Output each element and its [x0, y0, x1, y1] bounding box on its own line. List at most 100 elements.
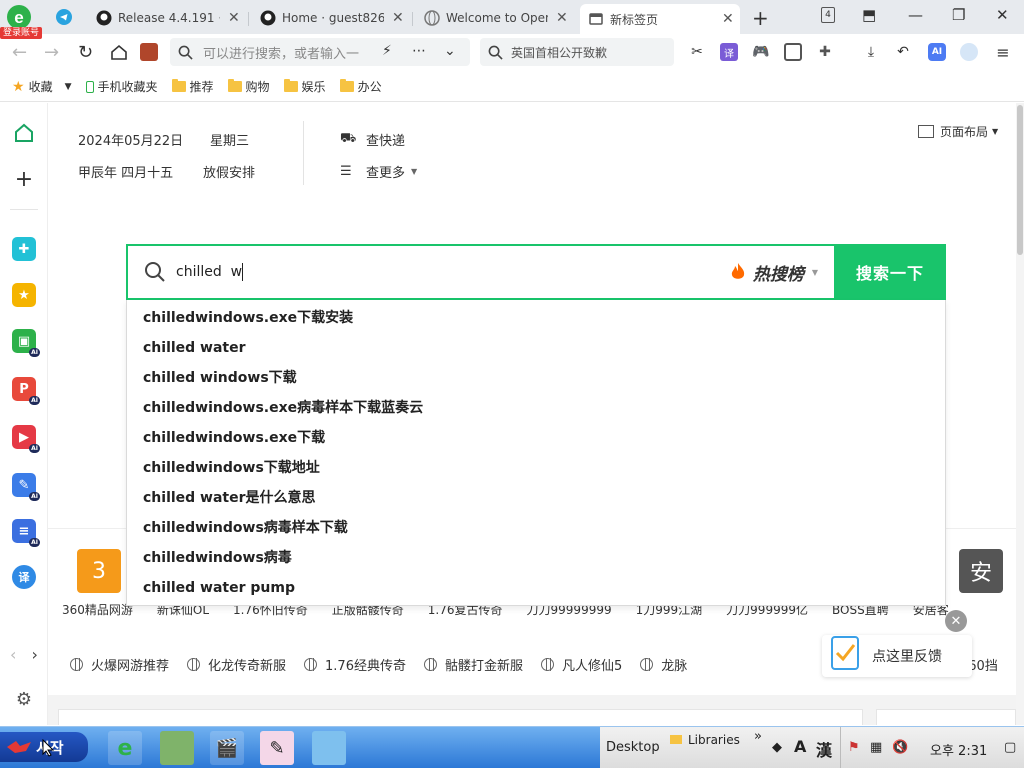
tab-welcome[interactable]: Welcome to Open ✕ — [416, 4, 568, 32]
clapperboard-icon[interactable]: 🎬 — [210, 731, 244, 765]
security-flag-icon[interactable]: ⚑ — [848, 740, 860, 755]
feedback-widget[interactable]: 点这里反馈 — [822, 635, 972, 677]
suggestion-item[interactable]: chilled water是什么意思 — [127, 483, 945, 513]
extensions-icon[interactable]: ✚ — [816, 43, 834, 61]
tab-count-icon[interactable]: 4 — [821, 7, 835, 23]
game-link[interactable]: 360精品网游 — [62, 601, 133, 619]
address-bar[interactable]: 可以进行搜索，或者输入一 ⚡ ⋯ ⌄ — [170, 38, 470, 66]
suggestion-item[interactable]: chilledwindows.exe下载安装 — [127, 303, 945, 333]
home-icon[interactable] — [110, 43, 128, 61]
suggestion-item[interactable]: chilledwindows下载地址 — [127, 453, 945, 483]
search-button[interactable]: 搜索一下 — [834, 244, 946, 300]
undo-icon[interactable]: ↶ — [894, 43, 912, 61]
tab-release[interactable]: Release 4.4.191 · Op ✕ — [88, 4, 240, 32]
translate-icon[interactable]: 译 — [12, 565, 36, 589]
ai-assistant-icon[interactable]: AI — [928, 43, 946, 61]
shirt-skin-icon[interactable]: ⬒ — [862, 6, 876, 24]
bookmark-favorites[interactable]: ★ 收藏 ▼ — [12, 78, 72, 95]
caret-down-icon[interactable]: ▼ — [65, 82, 72, 92]
bookmark-folder[interactable]: 购物 — [227, 78, 270, 95]
hot-game-link[interactable]: 1.76经典传奇 — [304, 655, 406, 674]
tab-new-tab[interactable]: 新标签页 ✕ — [580, 4, 740, 34]
translate-icon[interactable]: 译 — [720, 43, 738, 61]
suggestion-item[interactable]: chilledwindows.exe下载 — [127, 423, 945, 453]
new-tab-button[interactable]: + — [752, 6, 769, 30]
ai-doc-icon[interactable]: ≡ AI — [12, 519, 40, 547]
toolbar-overflow-icon[interactable]: » — [754, 729, 762, 744]
shell-app-icon[interactable] — [312, 731, 346, 765]
page-layout-button[interactable]: 页面布局 ▼ — [918, 123, 998, 140]
search-box[interactable]: chilled w 热搜榜 ▼ 搜索一下 — [126, 244, 946, 300]
forward-button[interactable]: → — [44, 42, 59, 63]
suggestion-item[interactable]: chilled water — [127, 333, 945, 363]
close-icon[interactable]: ✕ — [556, 10, 568, 26]
more-dots-icon[interactable]: ⋯ — [412, 43, 426, 59]
scroll-thumb[interactable] — [1017, 105, 1023, 255]
add-icon[interactable]: + — [12, 167, 36, 192]
ime-mode-label[interactable]: A — [794, 737, 806, 756]
browser-360-icon[interactable]: e — [108, 731, 142, 765]
chevron-left-icon[interactable]: ‹ — [10, 645, 16, 664]
holiday-link[interactable]: 放假安排 — [203, 162, 255, 181]
game-controller-icon[interactable]: 🎮 — [752, 43, 770, 61]
suggestion-item[interactable]: chilled windows下载 — [127, 363, 945, 393]
desktop-toolbar-label[interactable]: Desktop — [606, 740, 660, 755]
clock[interactable]: 오후 2:31 — [930, 740, 987, 759]
paint-app-icon[interactable]: ✎ — [260, 731, 294, 765]
ai-video-icon[interactable]: ▶ AI — [12, 425, 40, 453]
close-icon[interactable]: ✕ — [228, 10, 240, 26]
express-link[interactable]: ⛟ 查快递 — [340, 123, 417, 155]
ai-image-icon[interactable]: ▣ AI — [12, 329, 40, 357]
libraries-label[interactable]: Libraries — [688, 733, 740, 747]
book-app-icon[interactable] — [160, 731, 194, 765]
plus-app-icon[interactable]: ✚ — [12, 237, 36, 261]
reload-button[interactable]: ↻ — [78, 42, 93, 63]
side-search-box[interactable]: 英国首相公开致歉 — [480, 38, 674, 66]
network-icon[interactable]: ▦ — [870, 740, 882, 755]
close-window-icon[interactable]: ✕ — [996, 6, 1009, 24]
chevron-down-icon[interactable]: ⌄ — [444, 43, 456, 59]
suggestion-item[interactable]: chilledwindows病毒 — [127, 543, 945, 573]
account-icon[interactable] — [960, 43, 978, 61]
briefcase-icon[interactable] — [140, 43, 158, 61]
hot-game-link[interactable]: 骷髅打金新服 — [423, 655, 523, 674]
settings-gear-icon[interactable]: ⚙ — [12, 687, 36, 711]
hot-game-link[interactable]: 龙脉 — [640, 655, 687, 674]
more-link[interactable]: ☰ 查更多 ▼ — [340, 155, 417, 187]
anjuke-app-icon[interactable]: 安 — [959, 549, 1003, 593]
chevron-right-icon[interactable]: › — [32, 645, 38, 664]
search-input[interactable]: chilled w — [176, 263, 729, 281]
suggestion-item[interactable]: chilled water pump — [127, 573, 945, 603]
ai-write-icon[interactable]: ✎ AI — [12, 473, 40, 501]
close-icon[interactable]: ✕ — [722, 11, 734, 27]
back-button[interactable]: ← — [12, 42, 27, 63]
hot-game-link[interactable]: 凡人修仙5 — [541, 655, 622, 674]
game-app-icon[interactable]: 3 — [77, 549, 121, 593]
close-icon[interactable]: ✕ — [392, 10, 404, 26]
suggestion-item[interactable]: chilledwindows病毒样本下载 — [127, 513, 945, 543]
telegram-icon[interactable] — [56, 9, 72, 25]
hot-game-link[interactable]: 火爆网游推荐 — [70, 655, 169, 674]
bookmark-folder[interactable]: 办公 — [339, 78, 382, 95]
ai-pdf-icon[interactable]: P AI — [12, 377, 40, 405]
hot-game-link[interactable]: 化龙传奇新服 — [187, 655, 286, 674]
hot-search-toggle[interactable]: 热搜榜 ▼ — [729, 260, 818, 285]
suggestion-item[interactable]: chilledwindows.exe病毒样本下载蓝奏云 — [127, 393, 945, 423]
login-badge[interactable]: 登录账号 — [0, 27, 43, 39]
ime-hanja-label[interactable]: 漢 — [816, 737, 832, 761]
ime-icon[interactable]: ◆ — [772, 740, 782, 755]
download-icon[interactable]: ⤓ — [862, 43, 880, 61]
bookmark-mobile[interactable]: 手机收藏夹 — [85, 78, 158, 95]
lightning-icon[interactable]: ⚡ — [382, 43, 392, 59]
show-desktop-icon[interactable]: ▢ — [1004, 740, 1016, 755]
feedback-close-button[interactable]: ✕ — [945, 610, 967, 632]
restore-icon[interactable]: ❐ — [952, 6, 965, 24]
favorites-star-icon[interactable]: ★ — [12, 283, 36, 307]
tab-home[interactable]: Home · guest82644 ✕ — [252, 4, 404, 32]
page-scrollbar[interactable] — [1016, 103, 1024, 725]
menu-icon[interactable]: ≡ — [994, 43, 1012, 62]
scissors-icon[interactable]: ✂ — [688, 43, 706, 61]
wallet-icon[interactable] — [784, 43, 802, 61]
volume-muted-icon[interactable]: 🔇 — [892, 740, 908, 755]
home-icon[interactable] — [12, 121, 36, 145]
